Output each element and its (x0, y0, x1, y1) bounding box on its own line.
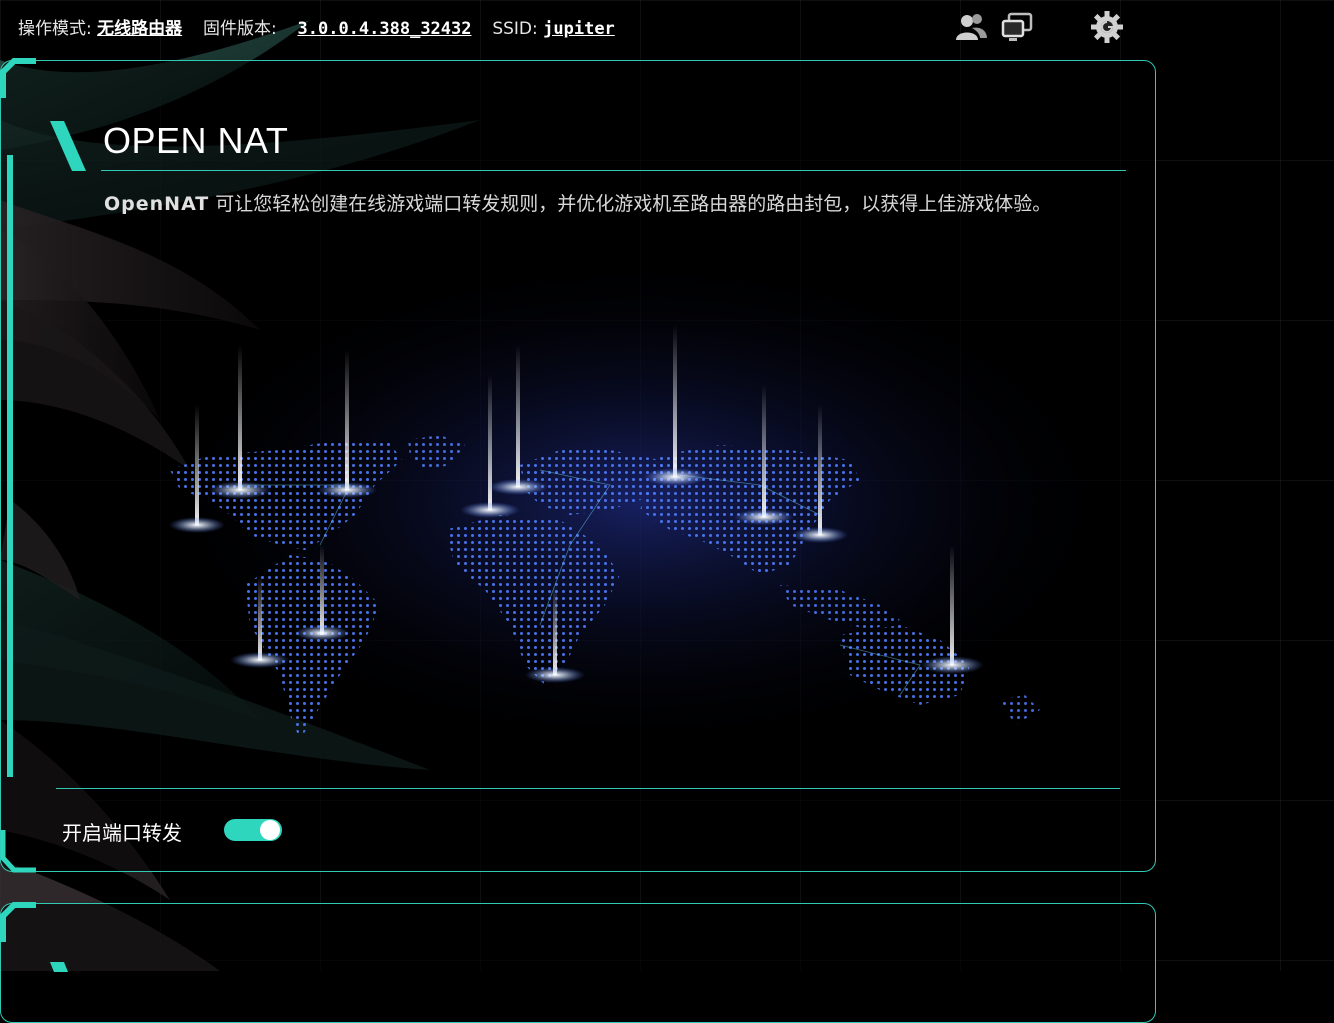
corner-decoration-top (0, 58, 36, 98)
world-map-network-image (140, 245, 1140, 760)
mode-value-link[interactable]: 无线路由器 (97, 19, 182, 39)
ssid-label: SSID: (492, 19, 538, 39)
section-divider (56, 788, 1120, 789)
description-text: 可让您轻松创建在线游戏端口转发规则，并优化游戏机至路由器的路由封包，以获得上佳游… (209, 193, 1052, 215)
port-forward-toggle-label: 开启端口转发 (62, 821, 182, 845)
toggle-knob (260, 820, 280, 840)
corner-decoration-second (0, 902, 36, 942)
ssid-value-link[interactable]: jupiter (543, 19, 615, 39)
corner-decoration-bottom (0, 830, 36, 873)
secondary-card (0, 903, 1156, 1023)
settings-gear-icon[interactable] (1090, 10, 1124, 44)
firmware-value-link[interactable]: 3.0.0.4.388_32432 (298, 19, 472, 39)
left-accent-bar (7, 155, 13, 777)
section-description: OpenNAT 可让您轻松创建在线游戏端口转发规则，并优化游戏机至路由器的路由封… (104, 190, 1119, 218)
description-brand: OpenNAT (104, 193, 210, 215)
devices-icon[interactable] (1000, 10, 1034, 44)
top-bar: 操作模式: 无线路由器 固件版本: 3.0.0.4.388_32432 SSID… (0, 0, 1334, 52)
title-slash-decoration (50, 121, 86, 171)
title-divider (101, 170, 1126, 171)
mode-label: 操作模式: (18, 19, 92, 39)
firmware-label: 固件版本: (202, 19, 277, 39)
port-forward-toggle[interactable] (224, 819, 282, 841)
status-info: 操作模式: 无线路由器 固件版本: 3.0.0.4.388_32432 SSID… (18, 14, 615, 39)
users-icon[interactable] (954, 10, 988, 44)
page-title: OPEN NAT (103, 120, 289, 161)
